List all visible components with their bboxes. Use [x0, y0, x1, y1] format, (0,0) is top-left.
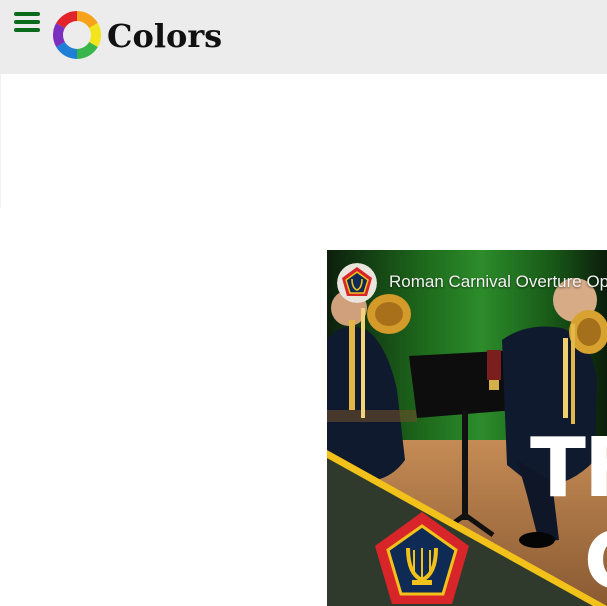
hamburger-menu-icon[interactable]	[14, 12, 40, 34]
ad-slot	[0, 74, 607, 208]
top-bar: Colors	[0, 0, 607, 74]
overlay-text-line-1: TF	[530, 421, 607, 516]
lyre-pentagon-emblem-icon	[375, 512, 469, 604]
video-title[interactable]: Roman Carnival Overture Op	[389, 272, 607, 292]
color-wheel-icon[interactable]	[53, 11, 101, 59]
video-embed[interactable]: TF C Roman Carnival Overture Op	[327, 250, 607, 606]
site-title[interactable]: Colors	[107, 14, 222, 58]
army-band-emblem-icon[interactable]	[337, 263, 377, 303]
overlay-text-line-2: C	[584, 523, 607, 601]
